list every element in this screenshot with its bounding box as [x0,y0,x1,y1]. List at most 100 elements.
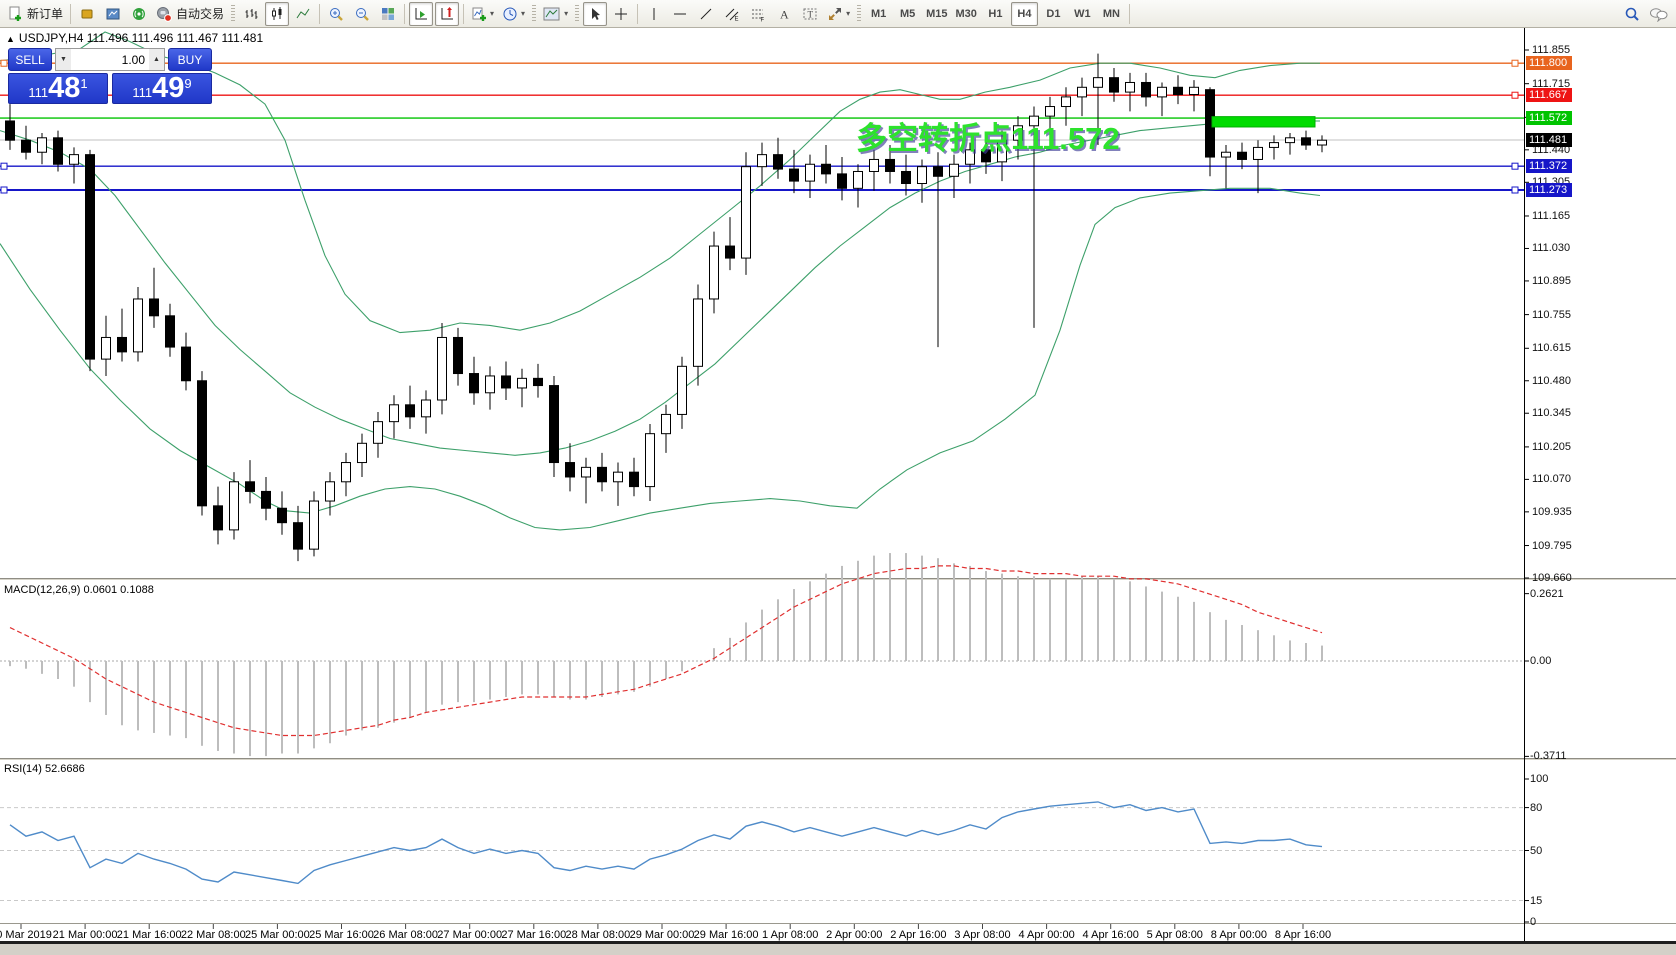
time-axis-label: 4 Apr 16:00 [1083,929,1139,941]
sell-price-sup: 1 [80,76,87,91]
chart-shift-button[interactable] [435,2,459,26]
zoom-out-button[interactable] [350,2,374,26]
templates-caret-icon: ▾ [564,9,568,18]
auto-trading-label: 自动交易 [176,5,224,22]
timeframe-button-w1[interactable]: W1 [1069,2,1096,26]
trendline-icon [698,6,714,22]
zoom-in-button[interactable] [324,2,348,26]
equidistant-channel-button[interactable]: E [720,2,744,26]
toolbar-grip [857,5,861,23]
gold-cube-button[interactable] [75,2,99,26]
line-chart-button[interactable] [291,2,315,26]
signals-icon [131,6,147,22]
clock-icon [502,6,518,22]
toolbar-grip [532,5,536,23]
time-axis-label: 22 Mar 08:00 [181,929,246,941]
macd-tick-label: 0.00 [1530,655,1551,667]
new-order-button[interactable]: 新订单 [4,2,66,26]
buy-price-box[interactable]: 111499 [112,73,212,104]
timeframe-button-d1[interactable]: D1 [1040,2,1067,26]
buy-price-prefix: 111 [132,85,152,103]
time-axis-label: 27 Mar 00:00 [437,929,502,941]
bar-chart-button[interactable] [239,2,263,26]
trendline-button[interactable] [694,2,718,26]
bar-chart-icon [243,6,259,22]
auto-trading-button[interactable]: 自动交易 [153,2,227,26]
svg-text:E: E [735,16,739,22]
chart-annotation-text: 多空转折点111.572 [856,113,1120,158]
crosshair-button[interactable] [609,2,633,26]
rsi-tick-label: 15 [1530,895,1542,907]
toolbar-separator [70,4,71,24]
buy-button[interactable]: BUY [168,48,212,71]
svg-text:T: T [808,9,814,19]
toolbar: 新订单 自动交易 ▾ ▾ [0,0,1676,28]
timeframe-button-h1[interactable]: H1 [982,2,1009,26]
horizontal-line-button[interactable] [668,2,692,26]
symbol-header: ▲ USDJPY,H4 111.496 111.496 111.467 111.4… [6,31,263,45]
fibonacci-button[interactable]: F [746,2,770,26]
price-tick-label: 109.795 [1532,540,1572,552]
timeframe-button-m5[interactable]: M5 [894,2,921,26]
auto-scroll-button[interactable] [409,2,433,26]
templates-icon [543,6,561,22]
vertical-line-button[interactable] [642,2,666,26]
chat-button[interactable] [1646,2,1672,26]
fibonacci-icon: F [750,6,766,22]
line-chart-icon [295,6,311,22]
volume-up-button[interactable]: ▲ [149,49,164,70]
zoom-out-icon [354,6,370,22]
toolbar-separator [637,4,638,24]
new-order-label: 新订单 [27,5,63,22]
volume-stepper: ▼ ▲ [55,48,165,71]
sell-price-big: 48 [48,74,80,103]
svg-text:A: A [780,7,789,21]
periods-button[interactable]: ▾ [499,2,528,26]
candlestick-chart-button[interactable] [265,2,289,26]
chart-window: ▲ USDJPY,H4 111.496 111.496 111.467 111.4… [0,28,1676,955]
rsi-label: RSI(14) 52.6686 [4,763,85,775]
time-axis-label: 5 Apr 08:00 [1147,929,1203,941]
signals-button[interactable] [127,2,151,26]
indicators-caret-icon: ▾ [490,9,494,18]
vertical-line-icon [646,6,662,22]
timeframe-button-h4[interactable]: H4 [1011,2,1038,26]
price-tag-111.572: 111.572 [1526,111,1572,125]
price-tick-label: 109.660 [1532,572,1572,584]
chart-window-icon [105,6,121,22]
indicators-button[interactable]: ▾ [468,2,497,26]
tile-windows-button[interactable] [376,2,400,26]
volume-input[interactable] [71,49,149,70]
timeframe-button-m1[interactable]: M1 [865,2,892,26]
chart-canvas[interactable] [0,28,1676,955]
rsi-tick-label: 50 [1530,845,1542,857]
collapse-arrow[interactable]: ▲ [6,34,15,44]
timeframe-button-mn[interactable]: MN [1098,2,1125,26]
text-label-button[interactable]: T [798,2,822,26]
volume-down-button[interactable]: ▼ [56,49,71,70]
cursor-icon [587,6,603,22]
sell-price-box[interactable]: 111481 [8,73,108,104]
price-tag-111.667: 111.667 [1526,88,1572,102]
price-tag-111.800: 111.800 [1526,56,1572,70]
crosshair-icon [613,6,629,22]
chart-window-button[interactable] [101,2,125,26]
search-button[interactable] [1620,2,1644,26]
arrows-icon [827,6,843,22]
horizontal-line-icon [672,6,688,22]
rsi-tick-label: 80 [1530,802,1542,814]
symbol-header-text: USDJPY,H4 111.496 111.496 111.467 111.48… [19,31,263,45]
text-button[interactable]: A [772,2,796,26]
time-axis-label: 29 Mar 00:00 [630,929,695,941]
toolbar-grip [231,5,235,23]
timeframe-button-m30[interactable]: M30 [953,2,980,26]
templates-button[interactable]: ▾ [540,2,571,26]
indicators-icon [471,6,487,22]
timeframe-button-m15[interactable]: M15 [923,2,950,26]
text-icon: A [776,6,792,22]
price-tick-label: 110.205 [1532,441,1571,453]
arrows-button[interactable]: ▾ [824,2,853,26]
sell-button[interactable]: SELL [8,48,52,71]
cursor-button[interactable] [583,2,607,26]
price-tag-111.273: 111.273 [1526,183,1572,197]
